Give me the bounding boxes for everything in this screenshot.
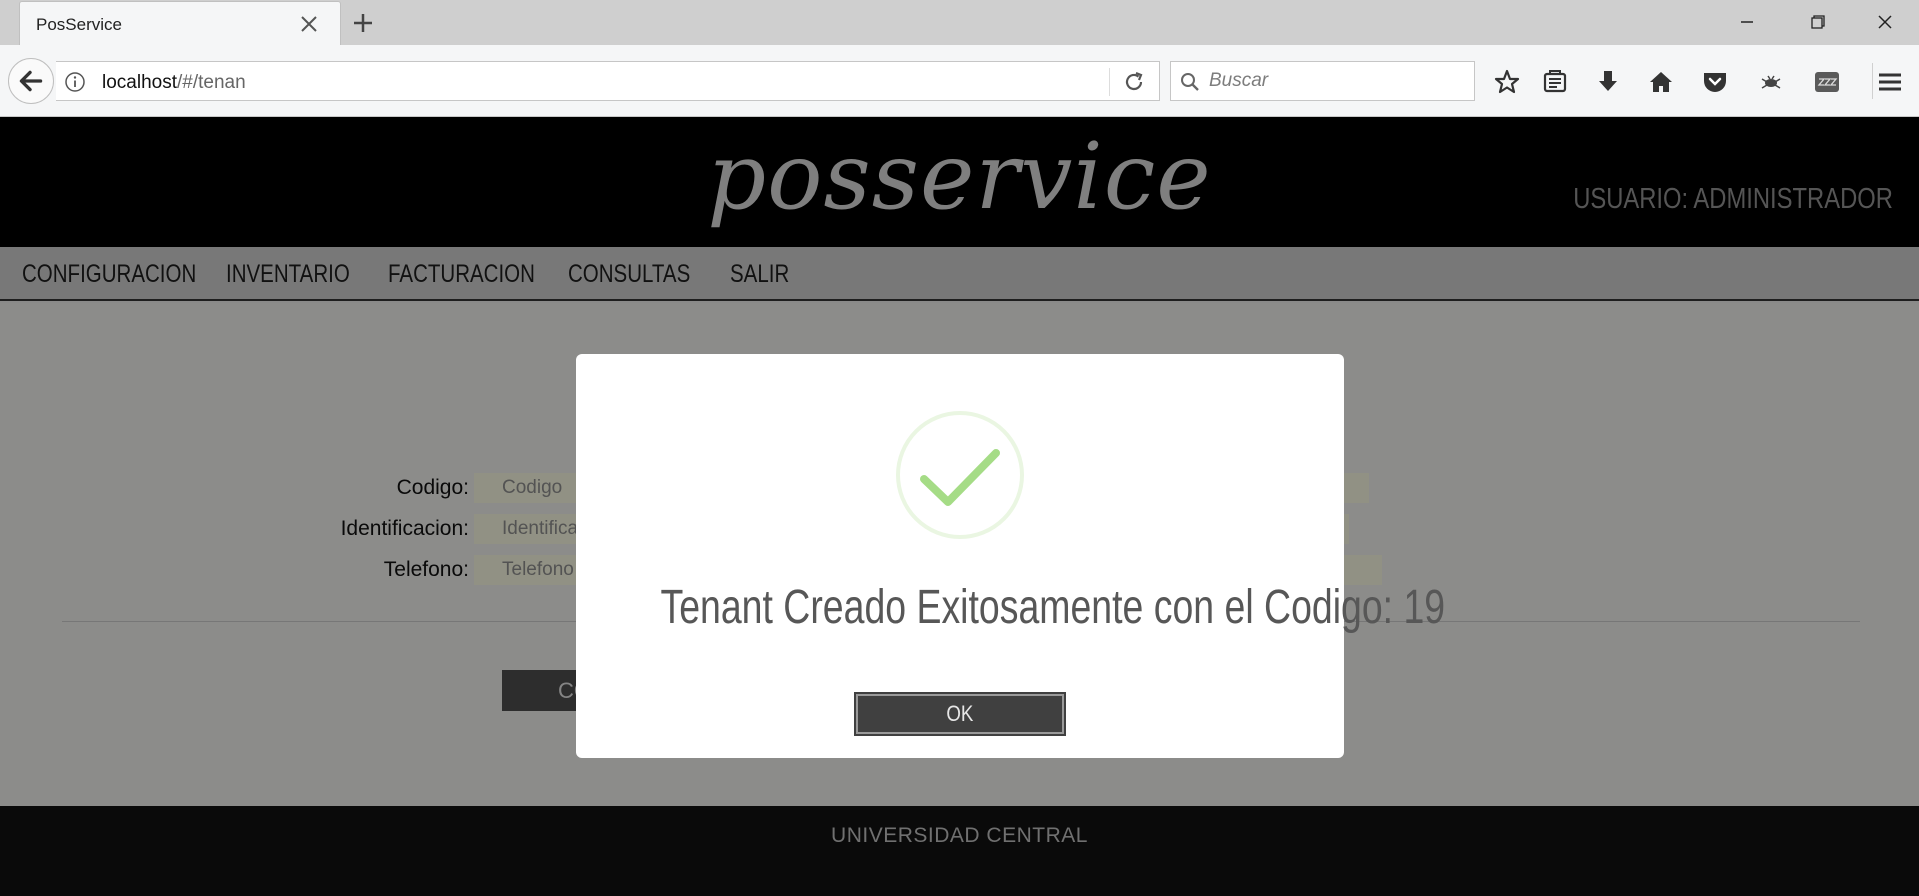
new-tab-icon[interactable]	[348, 8, 378, 38]
url-path: /#/tenan	[177, 72, 246, 93]
extension-zzz-icon[interactable]	[1812, 67, 1842, 97]
pocket-icon[interactable]	[1700, 67, 1730, 97]
reload-icon[interactable]	[1122, 70, 1146, 94]
url-text[interactable]: localhost/#/tenan	[102, 72, 246, 94]
url-host: localhost	[102, 72, 177, 93]
url-bar[interactable]: localhost/#/tenan	[56, 61, 1160, 101]
info-icon[interactable]	[64, 71, 86, 93]
browser-toolbar: localhost/#/tenan	[0, 45, 1919, 117]
back-arrow-icon	[19, 70, 43, 92]
home-icon[interactable]	[1646, 67, 1676, 97]
window-close-icon[interactable]	[1868, 6, 1902, 38]
bookmark-star-icon[interactable]	[1492, 67, 1522, 97]
search-input[interactable]	[1209, 67, 1464, 95]
hamburger-menu-icon[interactable]	[1875, 67, 1905, 97]
success-check-icon	[896, 411, 1024, 539]
minimize-icon[interactable]	[1730, 6, 1764, 38]
success-dialog: Tenant Creado Exitosamente con el Codigo…	[576, 354, 1446, 758]
url-divider	[1109, 68, 1110, 96]
search-icon	[1181, 73, 1199, 91]
reading-list-icon[interactable]	[1540, 67, 1570, 97]
back-button[interactable]	[8, 58, 54, 104]
tab-title: PosService	[36, 15, 122, 34]
ok-button-label: OK	[946, 701, 974, 726]
close-icon[interactable]	[296, 11, 322, 37]
restore-icon[interactable]	[1800, 6, 1834, 38]
browser-tab[interactable]: PosService	[20, 2, 340, 45]
search-bar[interactable]	[1170, 61, 1475, 101]
browser-tabstrip: PosService	[0, 0, 1919, 45]
extension-bug-icon[interactable]	[1756, 67, 1786, 97]
download-icon[interactable]	[1593, 67, 1623, 97]
dialog-message: Tenant Creado Exitosamente con el Codigo…	[660, 581, 1446, 634]
ok-button[interactable]: OK	[854, 692, 1066, 736]
toolbar-divider	[1872, 63, 1873, 99]
